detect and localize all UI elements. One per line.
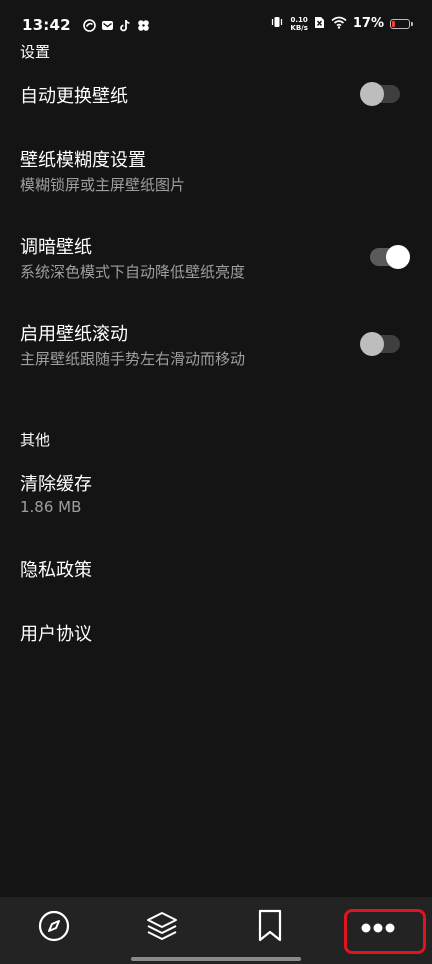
mail-icon [101, 17, 114, 30]
wallpaper-blur-label: 壁纸模糊度设置 [20, 150, 146, 171]
clear-cache-label: 清除缓存 [20, 474, 92, 495]
battery-percentage: 17% [352, 16, 384, 31]
privacy-policy-row[interactable]: 隐私政策 [0, 548, 432, 592]
wallpaper-scroll-subtitle: 主屏壁纸跟随手势左右滑动而移动 [20, 350, 246, 368]
battery-icon [390, 18, 413, 29]
wallpaper-scroll-label: 启用壁纸滚动 [20, 324, 128, 345]
settings-screen: 13:42 0.10 KB/s 17% 设置 自动更换壁纸 壁纸模糊度设置 模糊… [0, 0, 432, 964]
user-agreement-row[interactable]: 用户协议 [0, 612, 432, 656]
status-right: 0.10 KB/s 17% [270, 14, 413, 33]
battery-level [392, 20, 395, 27]
nav-collections-button[interactable] [108, 897, 216, 959]
app-notification-icon [83, 17, 96, 32]
more-button-highlight [344, 909, 426, 954]
toggle-knob [386, 245, 410, 269]
nav-discover-button[interactable] [0, 897, 108, 959]
cache-size: 1.86 MB [20, 498, 82, 516]
wallpaper-scroll-toggle[interactable] [360, 332, 400, 356]
status-time: 13:42 [22, 16, 71, 34]
fan-icon [137, 17, 150, 31]
vibrate-icon [270, 14, 284, 33]
other-section-title: 其他 [20, 431, 51, 449]
dim-wallpaper-row[interactable]: 调暗壁纸 系统深色模式下自动降低壁纸亮度 [0, 227, 432, 287]
dim-wallpaper-subtitle: 系统深色模式下自动降低壁纸亮度 [20, 263, 246, 281]
auto-change-wallpaper-label: 自动更换壁纸 [20, 86, 128, 107]
network-speed: 0.10 KB/s [290, 16, 307, 32]
tiktok-icon [119, 17, 132, 32]
user-agreement-label: 用户协议 [20, 624, 92, 645]
network-speed-value: 0.10 [290, 15, 308, 24]
settings-section-title: 设置 [20, 43, 51, 61]
clear-cache-row[interactable]: 清除缓存 1.86 MB [0, 462, 432, 522]
auto-change-wallpaper-row[interactable]: 自动更换壁纸 [0, 70, 432, 120]
layers-icon [145, 910, 179, 946]
toggle-knob [360, 82, 384, 106]
wallpaper-scroll-row[interactable]: 启用壁纸滚动 主屏壁纸跟随手势左右滑动而移动 [0, 314, 432, 374]
network-speed-unit: KB/s [290, 23, 308, 32]
status-bar: 13:42 0.10 KB/s 17% [0, 0, 432, 48]
nav-bookmarks-button[interactable] [216, 897, 324, 959]
wifi-icon [331, 14, 347, 33]
toggle-knob [360, 332, 384, 356]
wallpaper-blur-row[interactable]: 壁纸模糊度设置 模糊锁屏或主屏壁纸图片 [0, 140, 432, 200]
sim-disabled-icon [314, 14, 325, 33]
wallpaper-blur-subtitle: 模糊锁屏或主屏壁纸图片 [20, 176, 186, 194]
dim-wallpaper-label: 调暗壁纸 [20, 237, 92, 258]
bookmark-icon [257, 909, 283, 947]
privacy-policy-label: 隐私政策 [20, 560, 92, 581]
notification-icons [83, 17, 150, 32]
dim-wallpaper-toggle[interactable] [370, 245, 410, 269]
home-indicator[interactable] [131, 957, 301, 961]
auto-change-wallpaper-toggle[interactable] [360, 82, 400, 106]
compass-icon [38, 910, 70, 946]
